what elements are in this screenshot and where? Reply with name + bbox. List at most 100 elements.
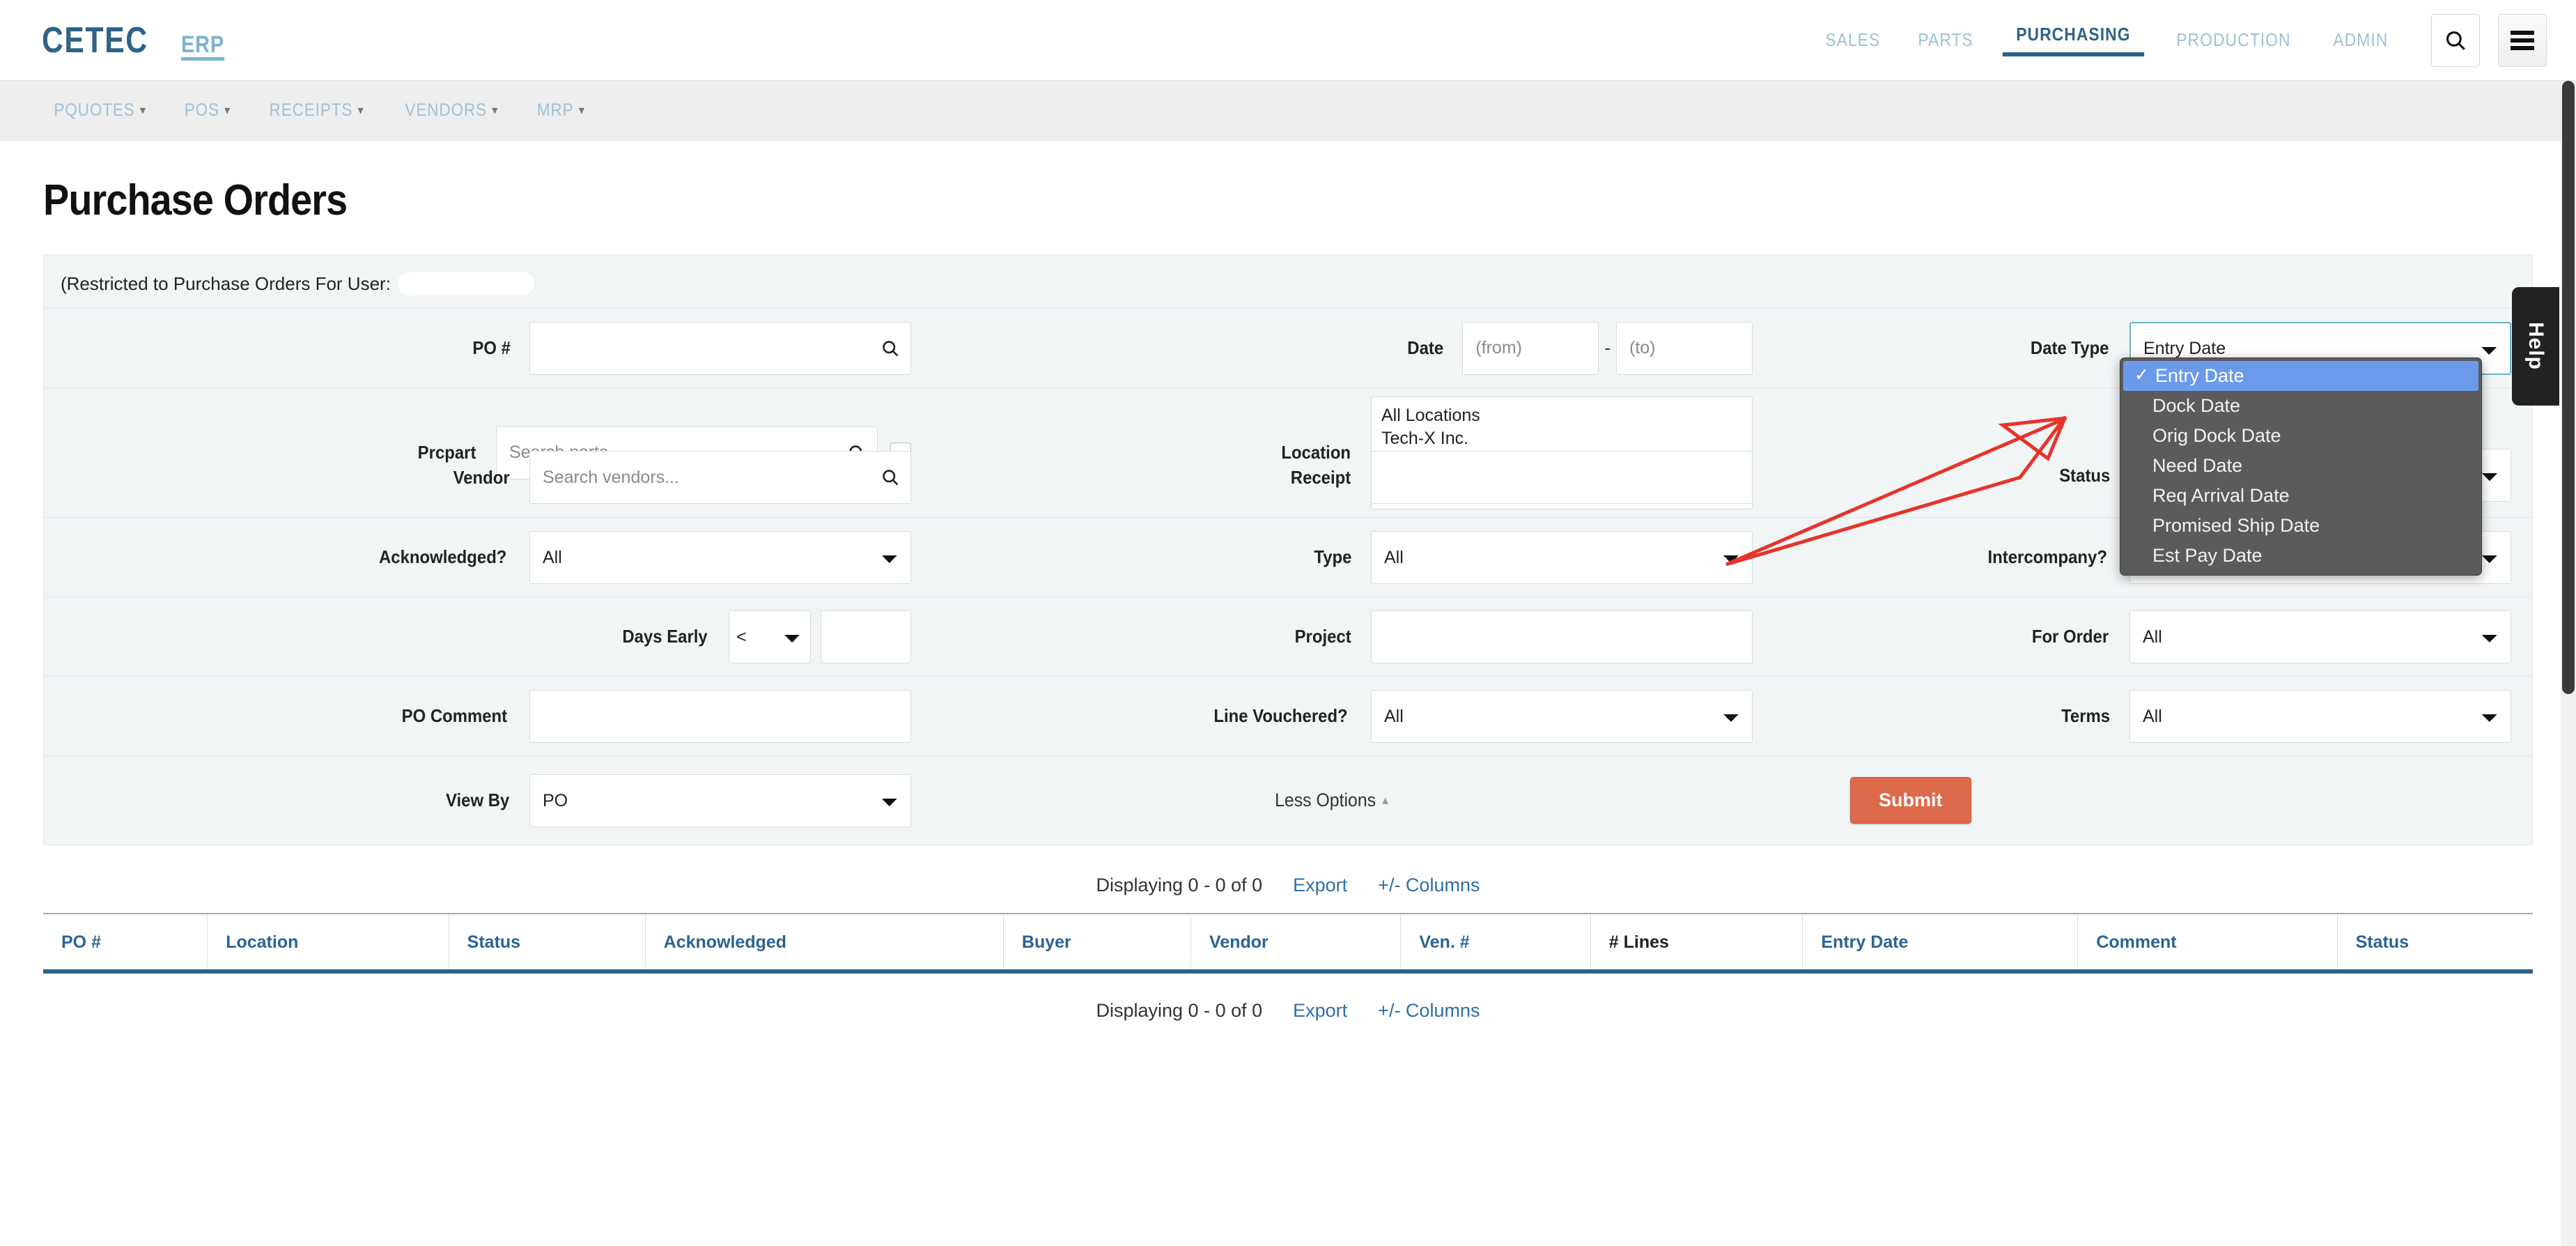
po-comment-input[interactable] (529, 689, 911, 743)
nav-item-parts[interactable]: PARTS (1904, 29, 1987, 51)
logo-erp-text: ERP (181, 32, 225, 61)
dropdown-option-est-pay-date[interactable]: Est Pay Date (2120, 541, 2481, 571)
col-num-lines: # Lines (1590, 914, 1803, 974)
col-vendor-number[interactable]: Ven. # (1400, 914, 1591, 974)
receipt-input[interactable] (1371, 451, 1753, 504)
columns-link-top[interactable]: +/- Columns (1378, 875, 1480, 896)
dropdown-option-label: Est Pay Date (2152, 545, 2263, 566)
subnav-item-mrp[interactable]: MRP ▾ (523, 100, 599, 121)
col-status-2[interactable]: Status (2337, 914, 2533, 974)
col-location[interactable]: Location (207, 914, 449, 974)
help-tab[interactable]: Help (2512, 287, 2559, 406)
chevron-down-icon: ▾ (224, 103, 231, 117)
date-type-label: Date Type (2030, 337, 2109, 358)
results-count-top: Displaying 0 - 0 of 0 (1096, 875, 1263, 895)
dropdown-option-label: Entry Date (2155, 365, 2244, 386)
acknowledged-select[interactable]: All (529, 530, 911, 584)
date-to-input[interactable] (1616, 321, 1753, 375)
po-number-control (529, 321, 911, 375)
date-label: Date (1407, 337, 1444, 358)
status-label: Status (2058, 464, 2110, 486)
scrollbar-thumb[interactable] (2562, 81, 2575, 694)
days-early-operator-select[interactable]: < (729, 610, 811, 663)
po-number-label: PO # (472, 337, 511, 358)
po-number-input[interactable] (529, 321, 911, 375)
less-options-toggle[interactable]: Less Options ▴ (1275, 790, 1389, 811)
subnav-item-vendors[interactable]: VENDORS ▾ (391, 100, 512, 121)
export-link-bottom[interactable]: Export (1293, 1000, 1347, 1022)
restricted-note: (Restricted to Purchase Orders For User: (44, 255, 2532, 308)
line-vouchered-select[interactable]: All (1371, 689, 1753, 743)
chevron-down-icon: ▾ (357, 103, 364, 117)
subnav-item-receipts[interactable]: RECEIPTS ▾ (256, 100, 378, 121)
filter-row-6: PO Comment Line Vouchered? All Terms All (44, 676, 2532, 755)
results-toolbar-bottom: Displaying 0 - 0 of 0 Export +/- Columns (43, 1000, 2533, 1022)
primary-nav: SALES PARTS PURCHASING PRODUCTION ADMIN (1806, 13, 2547, 67)
days-early-value-input[interactable] (821, 610, 911, 663)
col-po-number[interactable]: PO # (43, 914, 208, 974)
project-label: Project (1294, 626, 1351, 647)
nav-item-purchasing[interactable]: PURCHASING (2002, 24, 2144, 56)
subnav-label-mrp: MRP (536, 100, 574, 120)
dropdown-option-entry-date[interactable]: ✓ Entry Date (2123, 361, 2478, 391)
dropdown-option-label: Need Date (2152, 455, 2243, 476)
table-header-row: PO # Location Status Acknowledged Buyer … (43, 914, 2533, 974)
dropdown-option-req-arrival-date[interactable]: Req Arrival Date (2120, 481, 2481, 511)
subnav-label-vendors: VENDORS (405, 100, 488, 120)
type-select[interactable]: All (1371, 530, 1753, 584)
dropdown-option-promised-ship-date[interactable]: Promised Ship Date (2120, 511, 2481, 541)
page-content: Purchase Orders (Restricted to Purchase … (0, 176, 2576, 1022)
terms-select[interactable]: All (2129, 689, 2511, 743)
location-option-techx[interactable]: Tech-X Inc. (1381, 427, 1752, 450)
view-by-select[interactable]: PO (529, 774, 911, 827)
date-from-input[interactable] (1462, 321, 1599, 375)
dropdown-option-orig-dock-date[interactable]: Orig Dock Date (2120, 421, 2481, 451)
chevron-down-icon: ▾ (578, 103, 585, 117)
restricted-note-text: (Restricted to Purchase Orders For User: (61, 272, 391, 294)
search-button[interactable] (2431, 13, 2480, 67)
nav-item-sales[interactable]: SALES (1812, 29, 1894, 51)
redacted-username (397, 272, 534, 295)
nav-item-production[interactable]: PRODUCTION (2163, 29, 2304, 51)
col-status[interactable]: Status (449, 914, 646, 974)
col-comment[interactable]: Comment (2077, 914, 2338, 974)
dropdown-option-label: Dock Date (2152, 395, 2241, 416)
subnav-label-pquotes: PQUOTES (54, 100, 135, 120)
page-scrollbar[interactable] (2561, 81, 2576, 1246)
filter-row-7: View By PO Less Options ▴ Submit (44, 755, 2532, 845)
page-title: Purchase Orders (43, 176, 348, 224)
col-acknowledged[interactable]: Acknowledged (645, 914, 1004, 974)
terms-label: Terms (2061, 705, 2110, 726)
col-buyer[interactable]: Buyer (1003, 914, 1192, 974)
vendor-search-input[interactable] (529, 451, 911, 504)
line-vouchered-label: Line Vouchered? (1213, 705, 1348, 726)
submit-button[interactable]: Submit (1850, 777, 1971, 824)
subnav-label-receipts: RECEIPTS (269, 100, 353, 120)
chevron-down-icon: ▾ (492, 103, 499, 117)
for-order-select[interactable]: All (2129, 610, 2511, 663)
location-option-all[interactable]: All Locations (1381, 404, 1752, 427)
columns-link-bottom[interactable]: +/- Columns (1378, 1000, 1480, 1022)
table-header: PO # Location Status Acknowledged Buyer … (43, 914, 2533, 974)
export-link-top[interactable]: Export (1293, 875, 1347, 896)
intercompany-label: Intercompany? (1987, 546, 2107, 567)
location-label: Location (1281, 442, 1351, 463)
subnav-item-pquotes[interactable]: PQUOTES ▾ (40, 100, 160, 121)
top-header: CETEC ERP SALES PARTS PURCHASING PRODUCT… (0, 0, 2576, 81)
main-menu-button[interactable] (2498, 13, 2547, 67)
less-options-label: Less Options (1275, 790, 1376, 810)
for-order-label: For Order (2031, 626, 2109, 647)
subnav-item-pos[interactable]: POS ▾ (171, 100, 245, 121)
acknowledged-label: Acknowledged? (378, 546, 507, 567)
checkmark-icon: ✓ (2134, 365, 2149, 385)
nav-item-admin[interactable]: ADMIN (2320, 29, 2402, 51)
col-vendor[interactable]: Vendor (1190, 914, 1402, 974)
project-input[interactable] (1371, 610, 1753, 663)
logo-cetec-text: CETEC (42, 20, 148, 61)
triangle-up-icon: ▴ (1382, 793, 1389, 808)
dropdown-option-dock-date[interactable]: Dock Date (2120, 391, 2481, 421)
dropdown-option-need-date[interactable]: Need Date (2120, 451, 2481, 481)
app-logo[interactable]: CETEC ERP (42, 20, 232, 61)
receipt-label: Receipt (1290, 466, 1351, 488)
col-entry-date[interactable]: Entry Date (1802, 914, 2079, 974)
